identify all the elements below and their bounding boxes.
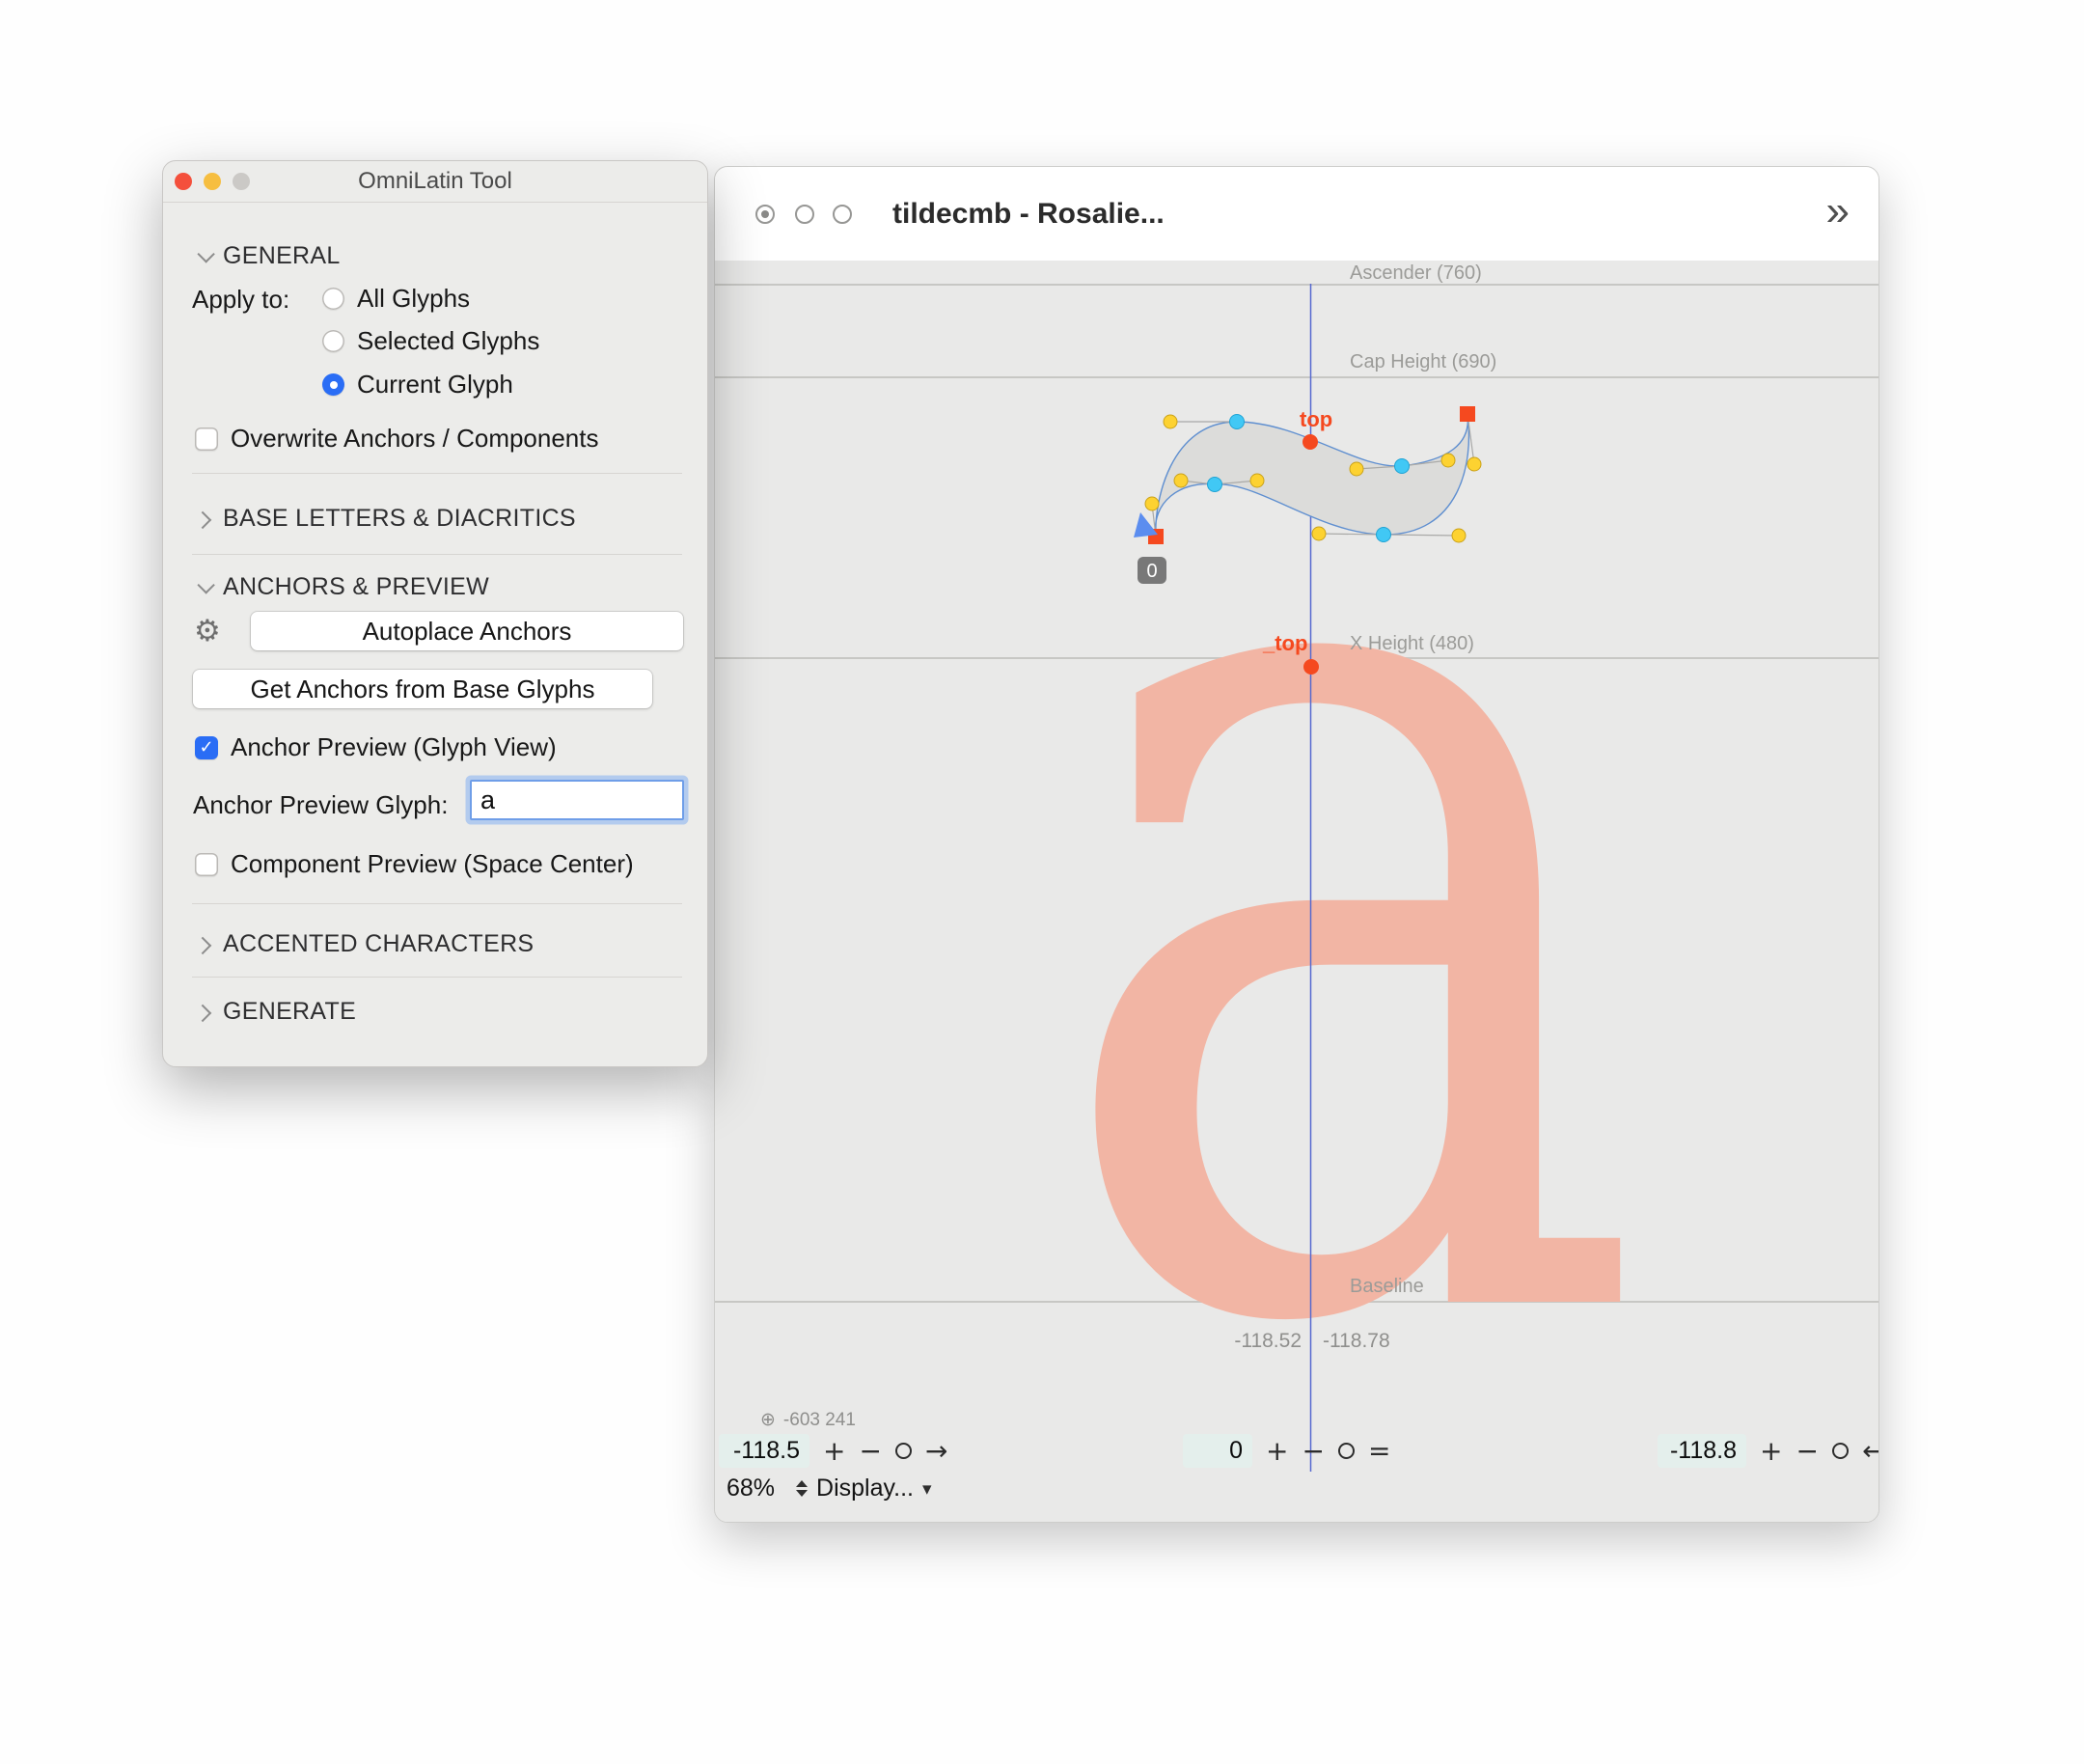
radio-off-icon[interactable] — [322, 330, 344, 352]
section-generate-label: GENERATE — [223, 998, 356, 1026]
window-close-button[interactable] — [755, 205, 775, 224]
cap-height-label: Cap Height (690) — [1350, 351, 1496, 373]
panel-minimize-button[interactable] — [204, 173, 221, 190]
glyph-canvas[interactable]: a — [715, 261, 1878, 1522]
checkbox-unchecked-icon[interactable] — [195, 853, 218, 876]
window-zoom-button[interactable] — [833, 205, 852, 224]
anchor-preview-checkbox-row[interactable]: ✓ Anchor Preview (Glyph View) — [195, 732, 557, 762]
chevron-down-icon — [197, 245, 214, 262]
radio-off-icon[interactable] — [322, 288, 344, 310]
baseline-label: Baseline — [1350, 1276, 1424, 1298]
window-minimize-button[interactable] — [795, 205, 814, 224]
width-group: 0 + − = — [1183, 1434, 1390, 1468]
autoplace-anchors-button[interactable]: Autoplace Anchors — [251, 612, 683, 650]
gear-icon[interactable]: ⚙ — [194, 617, 221, 647]
divider — [192, 473, 682, 474]
omnilatin-panel: OmniLatin Tool GENERAL Apply to: All Gly… — [162, 160, 708, 1067]
section-general[interactable]: GENERAL — [198, 242, 341, 270]
cursor-coordinates: ⊕ -603 241 — [760, 1409, 856, 1431]
left-measurement: -118.52 — [1217, 1330, 1302, 1353]
radio-selected-glyphs-label: Selected Glyphs — [357, 326, 539, 356]
decrement-icon[interactable]: − — [859, 1438, 881, 1465]
chevron-down-icon — [197, 576, 214, 593]
overwrite-label: Overwrite Anchors / Components — [231, 424, 599, 454]
increment-icon[interactable]: + — [1266, 1438, 1288, 1465]
ascender-label: Ascender (760) — [1350, 262, 1482, 285]
right-sidebearing-field[interactable]: -118.8 — [1658, 1434, 1746, 1468]
increment-icon[interactable]: + — [1760, 1438, 1782, 1465]
divider — [192, 977, 682, 978]
divider — [192, 903, 682, 904]
section-generate[interactable]: GENERATE — [198, 998, 356, 1026]
anchor-top-label: top — [1300, 407, 1332, 431]
equals-icon[interactable]: = — [1368, 1438, 1390, 1465]
chevron-right-icon — [194, 511, 211, 529]
circle-icon[interactable] — [895, 1443, 912, 1459]
radio-current-glyph[interactable]: Current Glyph — [322, 370, 513, 400]
section-general-label: GENERAL — [223, 242, 341, 270]
anchor-glyph-label: Anchor Preview Glyph: — [193, 790, 448, 820]
anchor-preview-label: Anchor Preview (Glyph View) — [231, 732, 557, 762]
desktop: OmniLatin Tool GENERAL Apply to: All Gly… — [0, 0, 2084, 1764]
chevron-right-icon — [194, 937, 211, 954]
zoom-level[interactable]: 68% — [727, 1475, 775, 1502]
panel-close-button[interactable] — [175, 173, 192, 190]
section-anchors-preview-label: ANCHORS & PREVIEW — [223, 573, 489, 601]
display-menu-label: Display... — [816, 1475, 914, 1502]
right-measurement: -118.78 — [1323, 1330, 1390, 1353]
chevron-right-icon — [194, 1005, 211, 1022]
x-height-label: X Height (480) — [1350, 633, 1474, 655]
left-sidebearing-field[interactable]: -118.5 — [719, 1434, 809, 1468]
radio-all-glyphs[interactable]: All Glyphs — [322, 284, 470, 314]
section-accented[interactable]: ACCENTED CHARACTERS — [198, 930, 534, 958]
right-sidebearing-group: -118.8 + − ← — [1658, 1434, 1878, 1468]
section-base-letters[interactable]: BASE LETTERS & DIACRITICS — [198, 505, 576, 533]
anchor-top-dot[interactable] — [1302, 434, 1318, 450]
divider — [192, 554, 682, 555]
panel-zoom-button — [233, 173, 250, 190]
checkbox-unchecked-icon[interactable] — [195, 427, 218, 451]
expand-sidebar-icon[interactable]: » — [1826, 167, 1850, 256]
window-titlebar[interactable]: tildecmb - Rosalie... » — [715, 167, 1878, 262]
component-preview-label: Component Preview (Space Center) — [231, 849, 634, 879]
checkbox-checked-icon[interactable]: ✓ — [195, 736, 218, 759]
overwrite-checkbox-row[interactable]: Overwrite Anchors / Components — [195, 424, 599, 454]
panel-titlebar[interactable]: OmniLatin Tool — [163, 161, 707, 203]
decrement-icon[interactable]: − — [1302, 1438, 1324, 1465]
glyph-edit-window: tildecmb - Rosalie... » a — [714, 166, 1879, 1523]
display-menu[interactable]: Display... ▾ — [796, 1475, 932, 1502]
radio-current-glyph-label: Current Glyph — [357, 370, 513, 400]
anchor-glyph-input[interactable] — [470, 780, 684, 820]
apply-to-label: Apply to: — [192, 285, 289, 315]
anchor-undertop-dot[interactable] — [1303, 659, 1319, 675]
radio-selected-glyphs[interactable]: Selected Glyphs — [322, 326, 539, 356]
get-anchors-button[interactable]: Get Anchors from Base Glyphs — [193, 670, 652, 708]
section-base-letters-label: BASE LETTERS & DIACRITICS — [223, 505, 576, 533]
width-field[interactable]: 0 — [1183, 1434, 1252, 1468]
selected-corner-point[interactable] — [1460, 406, 1475, 422]
left-sidebearing-group: -118.5 + − → — [719, 1434, 947, 1468]
decrement-icon[interactable]: − — [1796, 1438, 1818, 1465]
arrow-left-icon[interactable]: ← — [1862, 1438, 1878, 1465]
radio-all-glyphs-label: All Glyphs — [357, 284, 470, 314]
radio-on-icon[interactable] — [322, 373, 344, 396]
cursor-coordinates-value: -603 241 — [783, 1410, 856, 1431]
updown-arrows-icon — [796, 1480, 808, 1497]
arrow-right-icon[interactable]: → — [925, 1438, 947, 1465]
zoom-row: 68% Display... ▾ — [727, 1475, 932, 1502]
crosshair-icon: ⊕ — [760, 1409, 776, 1431]
component-preview-checkbox-row[interactable]: Component Preview (Space Center) — [195, 849, 634, 879]
increment-icon[interactable]: + — [823, 1438, 845, 1465]
section-anchors-preview[interactable]: ANCHORS & PREVIEW — [198, 573, 489, 601]
window-title: tildecmb - Rosalie... — [892, 167, 1165, 261]
node-index-value: 0 — [1146, 561, 1157, 582]
anchor-undertop-label: _top — [1262, 631, 1307, 655]
circle-icon[interactable] — [1338, 1443, 1355, 1459]
circle-icon[interactable] — [1832, 1443, 1849, 1459]
chevron-down-icon: ▾ — [922, 1478, 932, 1500]
section-accented-label: ACCENTED CHARACTERS — [223, 930, 534, 958]
